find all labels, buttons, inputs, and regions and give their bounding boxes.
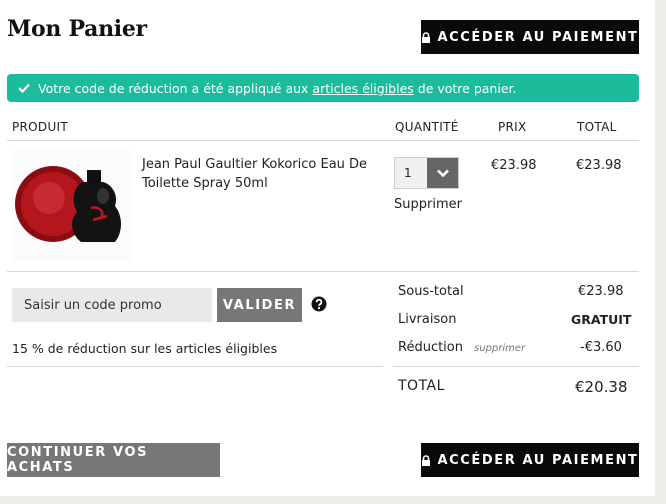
product-name-link[interactable]: Jean Paul Gaultier Kokorico Eau De Toile… (142, 155, 372, 193)
column-total: TOTAL (577, 120, 617, 134)
checkout-button-bottom[interactable]: ACCÉDER AU PAIEMENT (421, 443, 639, 477)
discount-notice: Votre code de réduction a été appliqué a… (7, 74, 639, 102)
checkmark-icon (18, 81, 30, 96)
question-icon[interactable] (311, 296, 327, 316)
subtotal-value: €23.98 (578, 284, 624, 299)
total-label: TOTAL (398, 378, 445, 394)
promo-code-input[interactable] (12, 288, 212, 322)
total-value: €20.38 (575, 378, 628, 396)
column-price: PRIX (498, 120, 527, 134)
checkout-label: ACCÉDER AU PAIEMENT (437, 29, 639, 45)
discount-label: Réduction (398, 340, 463, 355)
validate-promo-button[interactable]: VALIDER (217, 288, 302, 322)
quantity-value: 1 (404, 166, 412, 180)
shipping-value: GRATUIT (571, 312, 632, 327)
remove-item-link[interactable]: Supprimer (394, 197, 462, 212)
discount-note: 15 % de réduction sur les articles éligi… (12, 341, 278, 356)
notice-text: Votre code de réduction a été appliqué a… (38, 80, 517, 96)
checkout-label: ACCÉDER AU PAIEMENT (437, 452, 639, 468)
summary-divider (7, 366, 383, 367)
continue-shopping-button[interactable]: CONTINUER VOS ACHATS (7, 443, 220, 477)
item-price: €23.98 (491, 158, 537, 173)
lock-icon (421, 31, 431, 43)
scrollbar[interactable] (655, 0, 666, 504)
validate-label: VALIDER (222, 297, 297, 313)
checkout-button-top[interactable]: ACCÉDER AU PAIEMENT (421, 20, 639, 54)
divider (7, 271, 639, 272)
chevron-down-icon[interactable] (427, 158, 458, 188)
divider (7, 140, 639, 141)
column-quantity: QUANTITÉ (395, 120, 459, 134)
continue-label: CONTINUER VOS ACHATS (7, 445, 149, 475)
discount-value: -€3.60 (580, 340, 622, 355)
quantity-select[interactable]: 1 (394, 157, 459, 189)
perfume-bottle-icon[interactable] (11, 150, 131, 262)
eligible-items-link[interactable]: articles éligibles (312, 81, 413, 96)
summary-divider (393, 366, 639, 367)
column-product: PRODUIT (12, 120, 69, 134)
cart-panel: Mon Panier ACCÉDER AU PAIEMENT Votre cod… (0, 0, 655, 496)
lock-icon (421, 454, 431, 466)
remove-discount-link[interactable]: supprimer (474, 343, 525, 354)
subtotal-label: Sous-total (398, 284, 464, 299)
page-title: Mon Panier (7, 16, 147, 42)
item-total: €23.98 (576, 158, 622, 173)
shipping-label: Livraison (398, 312, 457, 327)
